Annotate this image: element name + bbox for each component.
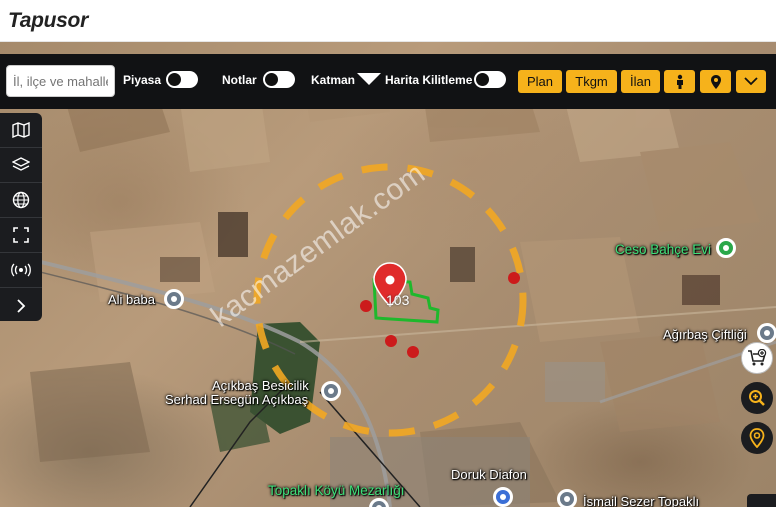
- garden-pin-icon[interactable]: [716, 238, 736, 258]
- red-marker: [385, 335, 397, 347]
- tkgm-button[interactable]: Tkgm: [566, 70, 617, 93]
- place-label: Açıkbaş Besicilik: [212, 378, 309, 393]
- piyasa-toggle[interactable]: [166, 71, 198, 88]
- red-marker: [508, 272, 520, 284]
- location-button[interactable]: [700, 70, 731, 93]
- red-marker: [360, 300, 372, 312]
- place-pin-icon[interactable]: [557, 489, 577, 507]
- red-marker: [407, 346, 419, 358]
- place-label: Doruk Diafon: [451, 467, 527, 482]
- expand-button[interactable]: [736, 70, 766, 93]
- globe-icon[interactable]: [0, 183, 42, 218]
- place-label: Serhad Ersegün Açıkbaş: [165, 392, 309, 407]
- toggle-label-notlar: Notlar: [222, 73, 257, 87]
- zoom-in-icon[interactable]: [741, 382, 773, 414]
- place-pin-icon[interactable]: [757, 323, 776, 343]
- toggle-label-piyasa: Piyasa: [123, 73, 162, 87]
- map-pin-icon: [710, 74, 721, 89]
- satellite-map[interactable]: kacmazemlak.com 103 Ali baba Ceso Bahçe …: [0, 42, 776, 507]
- chevron-right-icon[interactable]: [0, 288, 42, 323]
- cart-add-icon[interactable]: [741, 342, 773, 374]
- ilan-button[interactable]: İlan: [621, 70, 660, 93]
- place-label: Ali baba: [108, 292, 155, 307]
- map-sidebar: [0, 113, 42, 321]
- person-icon: [676, 74, 683, 89]
- plan-button[interactable]: Plan: [518, 70, 562, 93]
- layer-dropdown-icon[interactable]: [357, 73, 381, 85]
- broadcast-icon[interactable]: [0, 253, 42, 288]
- map-icon[interactable]: [0, 113, 42, 148]
- place-label: İsmail Sezer Topaklı: [583, 494, 700, 507]
- toggle-label-harita-kilitleme: Harita Kilitleme: [385, 73, 473, 87]
- search-input[interactable]: [13, 73, 108, 89]
- app-header: Tapusor: [0, 0, 776, 42]
- notlar-toggle[interactable]: [263, 71, 295, 88]
- brand-logo[interactable]: Tapusor: [8, 9, 88, 33]
- terrain-layer: [0, 57, 776, 507]
- fullscreen-icon[interactable]: [0, 218, 42, 253]
- layers-icon[interactable]: [0, 148, 42, 183]
- place-pin-icon[interactable]: [321, 381, 341, 401]
- layer-label: Katman: [311, 73, 356, 87]
- place-pin-icon[interactable]: [164, 289, 184, 309]
- location-marker-icon[interactable]: [741, 422, 773, 454]
- harita-kilitleme-toggle[interactable]: [474, 71, 506, 88]
- lock-pin-icon[interactable]: [493, 487, 513, 507]
- place-label: Topaklı Köyü Mezarlığı: [268, 483, 405, 498]
- place-label: Ağırbaş Çiftliği: [663, 327, 747, 342]
- parcel-number: 103: [386, 292, 410, 308]
- map-toolbar: Piyasa Notlar Katman Harita Kilitleme Pl…: [0, 54, 776, 109]
- search-box[interactable]: [6, 65, 115, 97]
- chevron-down-icon: [744, 77, 758, 86]
- map-corner-control[interactable]: [747, 494, 776, 507]
- place-label: Ceso Bahçe Evi: [615, 242, 712, 257]
- person-button[interactable]: [664, 70, 695, 93]
